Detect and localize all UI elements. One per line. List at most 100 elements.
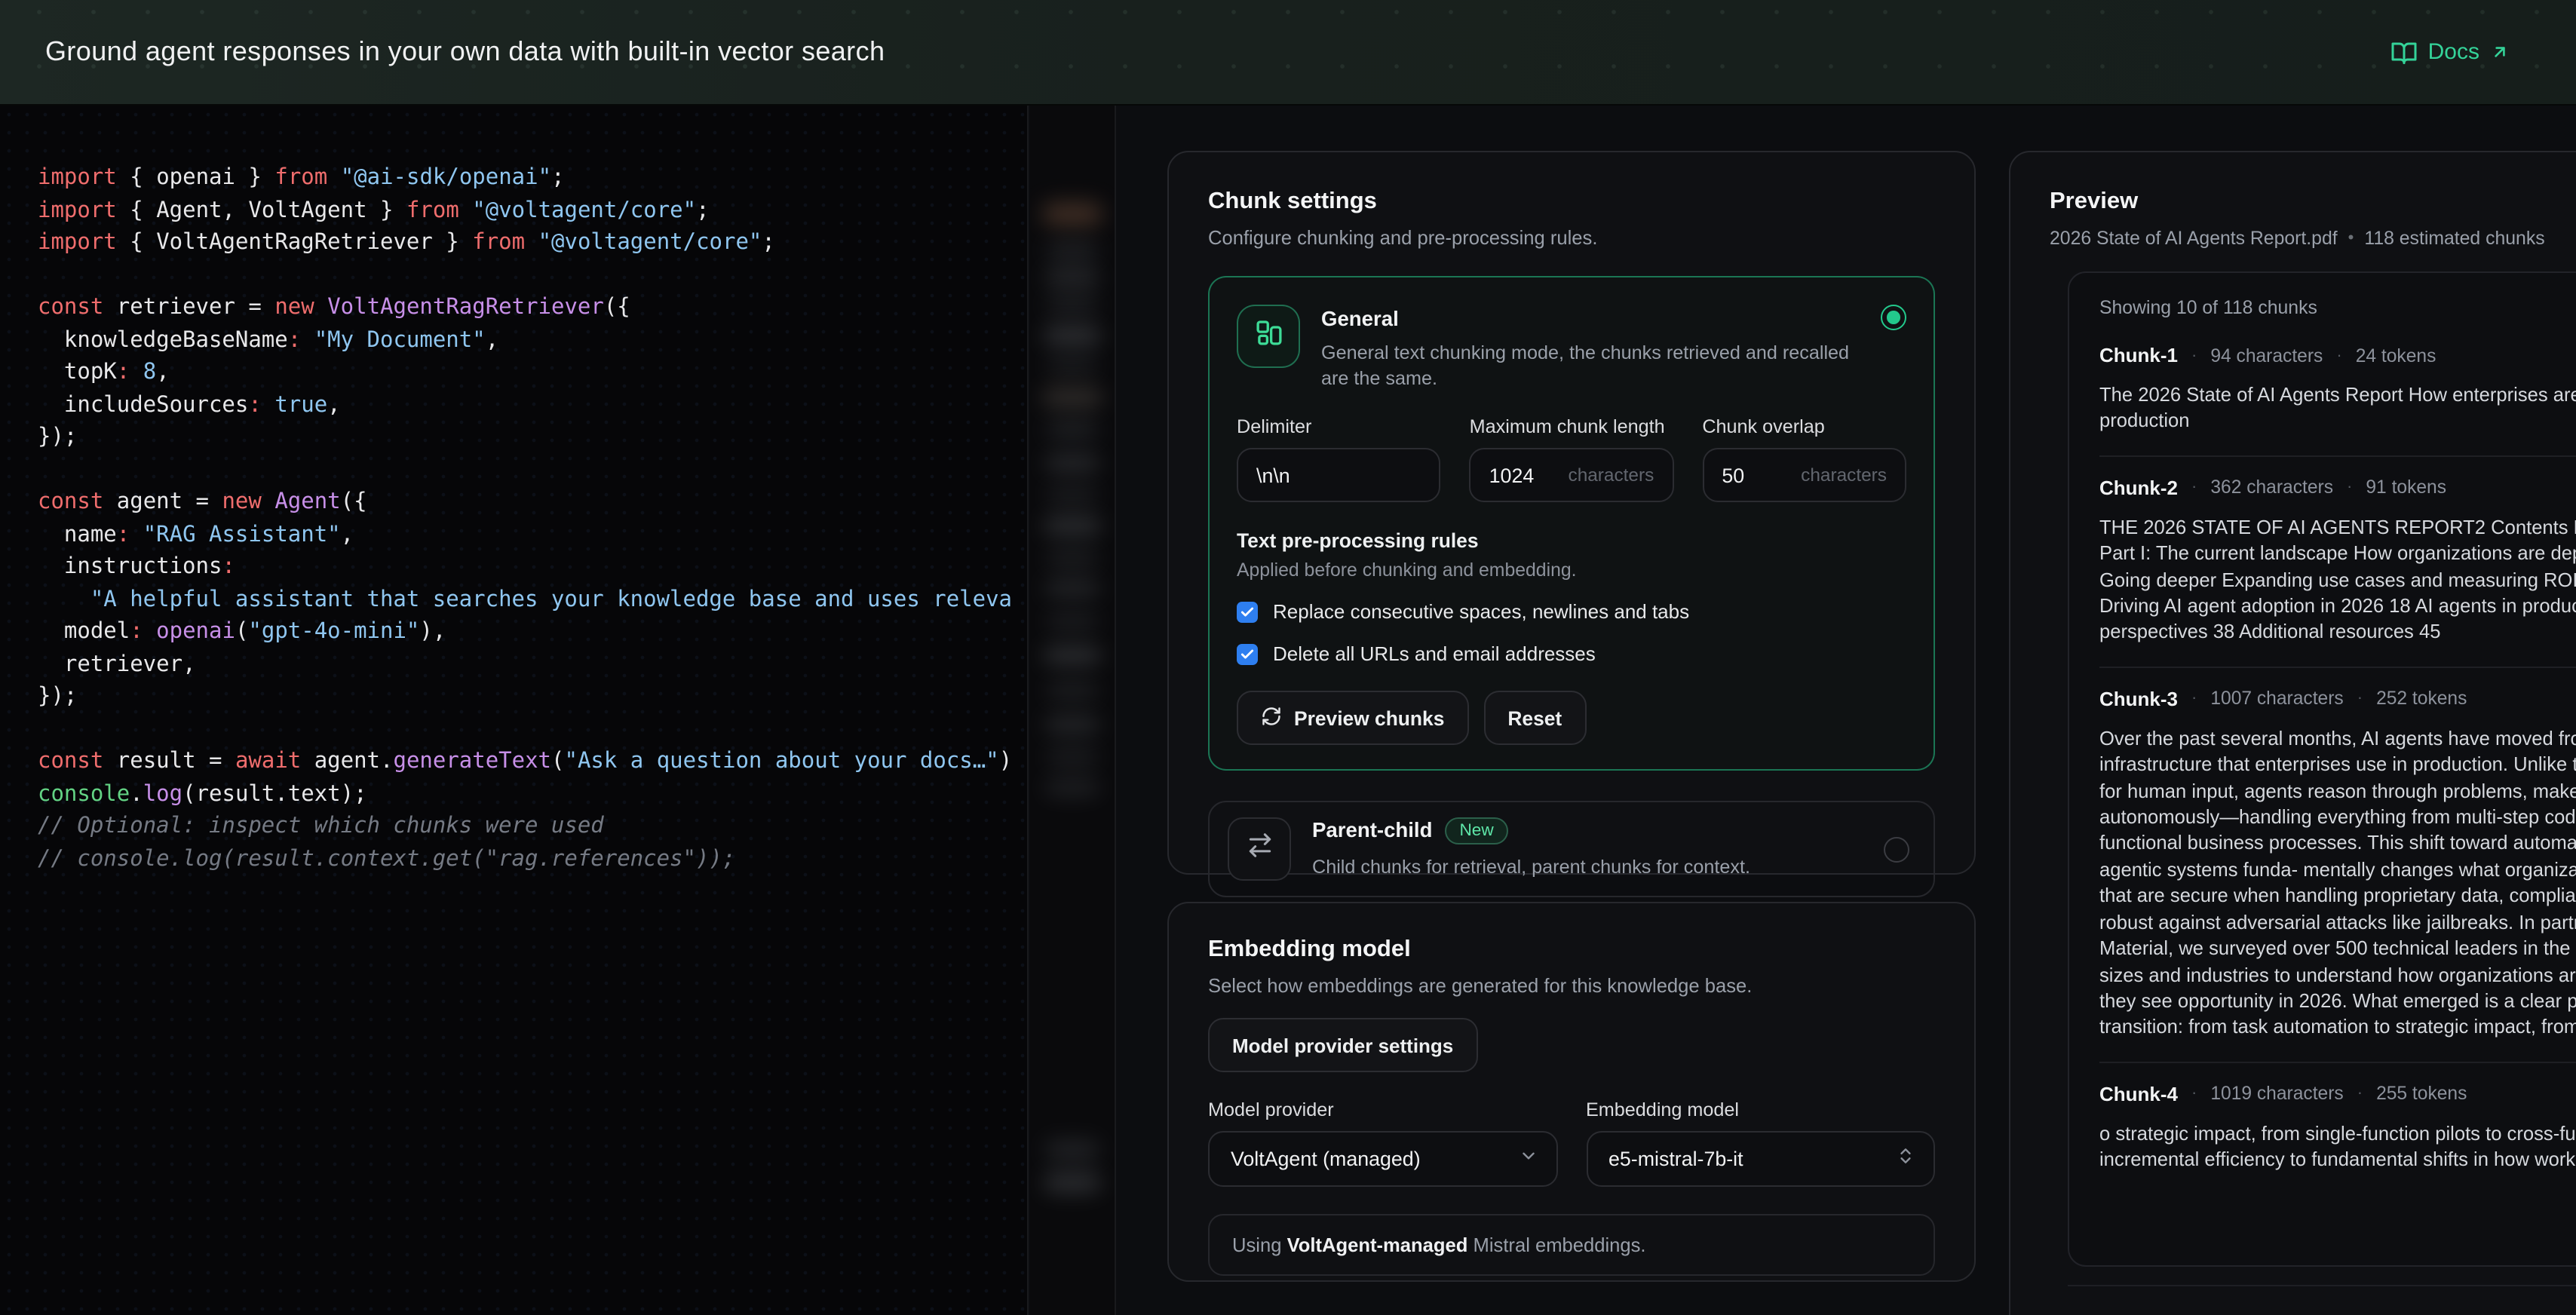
dot-separator: · [2191,690,2197,708]
parent-child-radio[interactable] [1884,836,1909,862]
code-editor[interactable]: import { openai } from "@ai-sdk/openai";… [0,106,1029,1315]
blurred-blob [1045,579,1099,597]
chunk-overlap-input[interactable] [1722,464,1792,486]
blurred-blob [1045,714,1099,734]
chunk-list[interactable]: Showing 10 of 118 chunks Chunk-1·94 char… [2068,271,2576,1267]
general-mode-title: General [1321,308,1860,330]
chunk-overlap-label: Chunk overlap [1702,416,1906,437]
chunk-id: Chunk-3 [2099,688,2178,710]
dot-separator: · [2191,479,2197,497]
dot-separator: · [2357,690,2363,708]
preview-chunks-label: Preview chunks [1294,707,1444,729]
chunk-settings-title: Chunk settings [1208,189,1935,216]
general-mode-description: General text chunking mode, the chunks r… [1321,341,1860,392]
chunk-characters: 94 characters [2210,345,2323,366]
blurred-blob [1045,778,1099,796]
blurred-blob [1047,241,1098,259]
code-line: "A helpful assistant that searches your … [38,584,1027,617]
docs-link[interactable]: Docs [2390,38,2510,66]
parent-child-title: Parent-child [1312,819,1432,841]
code-line: topK: 8, [38,357,1027,390]
blurred-blob [1047,748,1098,766]
max-chunk-length-suffix: characters [1569,464,1654,486]
blurred-blob [1047,421,1098,439]
page-title: Ground agent responses in your own data … [45,36,885,68]
delimiter-label: Delimiter [1237,416,1441,437]
code-line: // console.log(result.context.get("rag.r… [38,844,1027,876]
preview-file-info: 2026 State of AI Agents Report.pdf • 118… [2050,228,2576,249]
chevron-down-icon [1518,1145,1538,1172]
blurred-blob [1047,486,1098,504]
replace-spaces-checkbox[interactable] [1237,601,1258,622]
code-line: console.log(result.text); [38,779,1027,811]
reset-button[interactable]: Reset [1483,691,1586,745]
reset-label: Reset [1507,707,1562,729]
general-mode-option[interactable]: General General text chunking mode, the … [1208,276,1935,771]
preprocessing-subtitle: Applied before chunking and embedding. [1237,559,1906,581]
chunk-tokens: 255 tokens [2376,1083,2467,1104]
embedding-model-value: e5-mistral-7b-it [1608,1148,1743,1170]
chevrons-up-down-icon [1896,1145,1915,1172]
replace-spaces-label: Replace consecutive spaces, newlines and… [1273,600,1689,623]
dot-separator: · [2347,479,2352,497]
chunk-id: Chunk-4 [2099,1082,2178,1105]
parent-child-icon-tile [1228,817,1291,881]
embedding-note: Using VoltAgent-managed Mistral embeddin… [1208,1214,1935,1276]
code-line: const agent = new Agent({ [38,487,1027,520]
embedding-model-label: Embedding model [1586,1099,1935,1120]
embedding-note-prefix: Using [1232,1234,1287,1256]
dot-separator: · [2336,346,2341,364]
code-line: const retriever = new VoltAgentRagRetrie… [38,293,1027,325]
preview-panel: Preview 2026 State of AI Agents Report.p… [2009,151,2576,1315]
chunk-settings-card: Chunk settings Configure chunking and pr… [1167,151,1976,875]
code-line [38,260,1027,293]
code-line: const result = await agent.generateText(… [38,746,1027,779]
max-chunk-length-input[interactable] [1489,464,1559,486]
blurred-blob [1047,356,1098,374]
general-mode-radio[interactable] [1881,305,1906,330]
dot-separator: • [2348,229,2354,247]
blurred-blob [1045,268,1099,287]
delete-urls-label: Delete all URLs and email addresses [1273,642,1596,665]
delete-urls-checkbox[interactable] [1237,643,1258,664]
code-line [38,714,1027,746]
embedding-model-select[interactable]: e5-mistral-7b-it [1586,1131,1935,1187]
preview-file-name: 2026 State of AI Agents Report.pdf [2050,228,2338,249]
blurred-blob [1044,515,1101,535]
embedding-subtitle: Select how embeddings are generated for … [1208,974,1935,997]
code-line: import { Agent, VoltAgent } from "@volta… [38,195,1027,228]
model-provider-select[interactable]: VoltAgent (managed) [1208,1131,1557,1187]
app-window: Ground agent responses in your own data … [0,0,2576,1315]
code-line: import { VoltAgentRagRetriever } from "@… [38,228,1027,260]
chunk-entry: Chunk-3·1007 characters·252 tokensOver t… [2099,667,2576,1062]
code-line: import { openai } from "@ai-sdk/openai"; [38,163,1027,195]
parent-child-option[interactable]: Parent-childNew Child chunks for retriev… [1208,801,1935,897]
code-line: retriever, [38,649,1027,682]
chunk-entry: Chunk-2·362 characters·91 tokensTHE 2026… [2099,455,2576,667]
code-line: knowledgeBaseName: "My Document", [38,325,1027,357]
general-mode-icon-tile [1237,305,1300,368]
chunk-settings-subtitle: Configure chunking and pre-processing ru… [1208,226,1935,249]
parent-child-description: Child chunks for retrieval, parent chunk… [1312,855,1863,881]
arrows-right-left-icon [1245,831,1274,867]
docs-link-label: Docs [2428,39,2479,65]
blurred-blob [1047,612,1098,630]
delimiter-input[interactable] [1256,464,1421,486]
code-line: name: "RAG Assistant", [38,520,1027,552]
chunk-id: Chunk-1 [2099,344,2178,366]
dot-separator: · [2357,1084,2363,1102]
arrow-up-right-icon [2490,42,2510,62]
top-bar: Ground agent responses in your own data … [0,0,2576,106]
chunk-entry: Chunk-1·94 characters·24 tokensThe 2026 … [2099,324,2576,455]
code-line: // Optional: inspect which chunks were u… [38,811,1027,844]
preview-chunks-button[interactable]: Preview chunks [1237,691,1468,745]
blurred-blob [1044,325,1101,345]
chunk-entry: Chunk-4·1019 characters·255 tokenso stra… [2099,1061,2576,1194]
chunk-text: The 2026 State of AI Agents Report How e… [2099,382,2576,434]
preprocessing-title: Text pre-processing rules [1237,529,1906,552]
code-line [38,455,1027,487]
embedding-note-suffix: Mistral embeddings. [1467,1234,1645,1256]
blurred-blob [1042,385,1102,408]
dot-separator: · [2191,346,2197,364]
model-provider-settings-button[interactable]: Model provider settings [1208,1018,1477,1072]
